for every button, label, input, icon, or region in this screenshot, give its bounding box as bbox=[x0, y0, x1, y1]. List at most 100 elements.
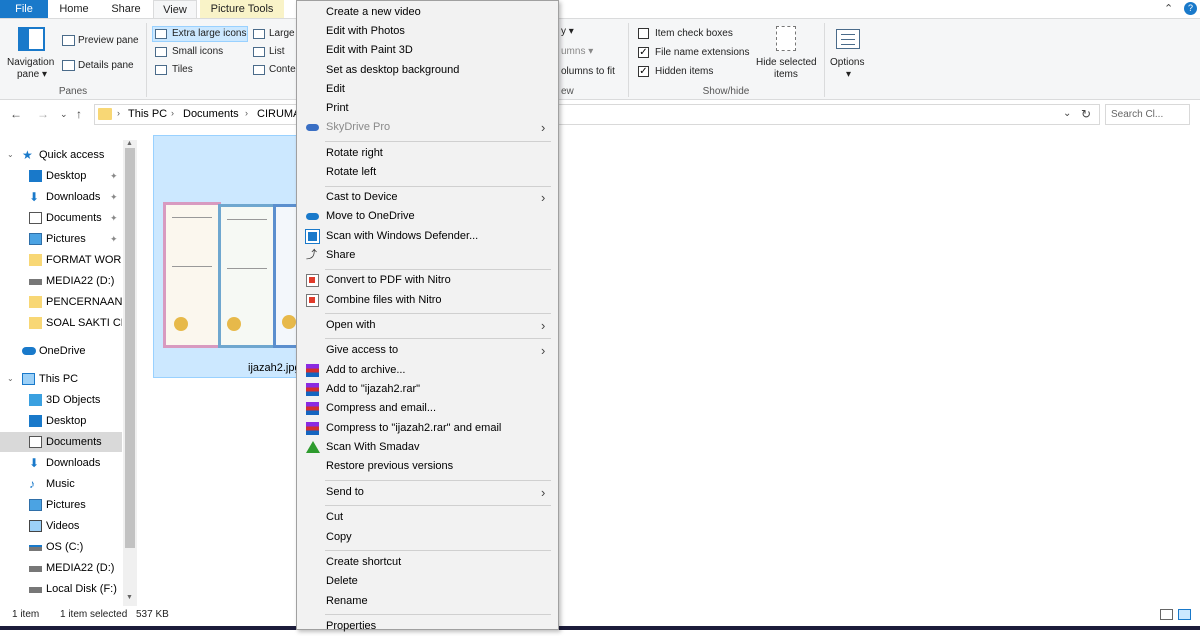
menu-add-to-archive[interactable]: Add to archive... bbox=[297, 361, 558, 380]
scroll-down-arrow-icon[interactable]: ▼ bbox=[126, 594, 133, 601]
menu-scan-defender[interactable]: Scan with Windows Defender... bbox=[297, 227, 558, 246]
menu-skydrive-pro[interactable]: SkyDrive Pro › bbox=[297, 118, 558, 137]
navigation-pane-button[interactable]: Navigation bbox=[7, 57, 54, 68]
menu-share[interactable]: ⤴ Share bbox=[297, 246, 558, 265]
nav-item-format-word[interactable]: FORMAT WORD bbox=[0, 250, 122, 270]
menu-restore-versions[interactable]: Restore previous versions bbox=[297, 457, 558, 476]
menu-give-access[interactable]: Give access to › bbox=[297, 341, 558, 360]
details-pane-button[interactable]: Details pane bbox=[78, 60, 134, 71]
menu-create-video[interactable]: Create a new video bbox=[297, 3, 558, 22]
menu-edit-photos[interactable]: Edit with Photos bbox=[297, 22, 558, 41]
nav-label: This PC bbox=[39, 373, 79, 385]
menu-set-desktop-background[interactable]: Set as desktop background bbox=[297, 61, 558, 80]
menu-edit[interactable]: Edit bbox=[297, 80, 558, 99]
nav-this-pc[interactable]: ⌄ This PC bbox=[0, 369, 122, 389]
tab-share[interactable]: Share bbox=[102, 0, 150, 18]
tab-file[interactable]: File bbox=[0, 0, 48, 18]
file-thumbnail[interactable] bbox=[163, 202, 300, 348]
file-name-extensions-checkbox[interactable]: ✓ bbox=[638, 47, 649, 58]
menu-cut[interactable]: Cut bbox=[297, 508, 558, 527]
chevron-down-icon[interactable]: ⌄ bbox=[7, 145, 14, 165]
nav-item-documents[interactable]: Documents ✦ bbox=[0, 208, 122, 228]
menu-rename[interactable]: Rename bbox=[297, 592, 558, 611]
breadcrumb-documents[interactable]: Documents bbox=[183, 108, 239, 120]
scroll-up-arrow-icon[interactable]: ▲ bbox=[126, 140, 133, 147]
nav-item-downloads[interactable]: ⬇ Downloads ✦ bbox=[0, 187, 122, 207]
breadcrumb-this-pc[interactable]: This PC bbox=[128, 108, 167, 120]
nav-onedrive[interactable]: OneDrive bbox=[0, 341, 122, 361]
nav-item-soal-sakti[interactable]: SOAL SAKTI CPN bbox=[0, 313, 122, 333]
nav-item-pictures[interactable]: Pictures ✦ bbox=[0, 229, 122, 249]
breadcrumb-folder[interactable]: CIRUMA bbox=[257, 108, 300, 120]
menu-print[interactable]: Print bbox=[297, 99, 558, 118]
refresh-icon[interactable]: ↻ bbox=[1081, 107, 1091, 121]
recent-locations-chevron-icon[interactable]: ⌄ bbox=[60, 109, 68, 120]
menu-edit-paint3d[interactable]: Edit with Paint 3D bbox=[297, 41, 558, 60]
nav-item-desktop-pc[interactable]: Desktop bbox=[0, 411, 122, 431]
menu-compress-email[interactable]: Compress and email... bbox=[297, 399, 558, 418]
menu-combine-nitro[interactable]: Combine files with Nitro bbox=[297, 291, 558, 310]
menu-label: Cut bbox=[326, 511, 344, 523]
nav-item-media22[interactable]: MEDIA22 (D:) bbox=[0, 271, 122, 291]
menu-create-shortcut[interactable]: Create shortcut bbox=[297, 553, 558, 572]
menu-delete[interactable]: Delete bbox=[297, 572, 558, 591]
nav-item-local-disk-f[interactable]: Local Disk (F:) bbox=[0, 579, 122, 599]
item-check-boxes-checkbox[interactable] bbox=[638, 28, 649, 39]
menu-copy[interactable]: Copy bbox=[297, 528, 558, 547]
add-columns-button[interactable]: umns ▾ bbox=[561, 46, 593, 57]
menu-rotate-right[interactable]: Rotate right bbox=[297, 144, 558, 163]
nav-item-desktop[interactable]: Desktop ✦ bbox=[0, 166, 122, 186]
tab-home[interactable]: Home bbox=[50, 0, 98, 18]
menu-add-to-rar[interactable]: Add to "ijazah2.rar" bbox=[297, 380, 558, 399]
tab-picture-tools[interactable]: Picture Tools bbox=[200, 0, 284, 18]
menu-rotate-left[interactable]: Rotate left bbox=[297, 163, 558, 182]
menu-compress-rar-email[interactable]: Compress to "ijazah2.rar" and email bbox=[297, 419, 558, 438]
preview-pane-button[interactable]: Preview pane bbox=[78, 35, 139, 46]
nav-item-documents-pc[interactable]: Documents bbox=[0, 432, 122, 452]
content-scrollbar[interactable] bbox=[1185, 130, 1200, 606]
nav-quick-access[interactable]: ⌄ ★ Quick access bbox=[0, 145, 122, 165]
sort-by-button[interactable]: y ▾ bbox=[561, 26, 574, 37]
nav-item-pencernaan[interactable]: PENCERNAAN bbox=[0, 292, 122, 312]
menu-move-to-onedrive[interactable]: Move to OneDrive bbox=[297, 207, 558, 226]
menu-scan-smadav[interactable]: Scan With Smadav bbox=[297, 438, 558, 457]
tiles-option[interactable]: Tiles bbox=[172, 64, 193, 75]
tab-view[interactable]: View bbox=[153, 0, 197, 18]
details-view-icon[interactable] bbox=[1160, 609, 1173, 620]
large-icons-option[interactable]: Large bbox=[269, 28, 295, 39]
hide-selected-items-button[interactable]: Hide selected bbox=[756, 57, 817, 68]
hide-selected-items-button-line2[interactable]: items bbox=[774, 69, 798, 80]
options-dropdown-icon[interactable]: ▾ bbox=[846, 69, 851, 80]
chevron-down-icon[interactable]: ⌄ bbox=[7, 369, 14, 389]
back-arrow-icon[interactable]: ← bbox=[10, 107, 22, 121]
menu-send-to[interactable]: Send to › bbox=[297, 483, 558, 502]
nav-item-music[interactable]: ♪ Music bbox=[0, 474, 122, 494]
nav-item-pictures-pc[interactable]: Pictures bbox=[0, 495, 122, 515]
menu-convert-pdf-nitro[interactable]: Convert to PDF with Nitro bbox=[297, 271, 558, 290]
up-arrow-icon[interactable]: ↑ bbox=[76, 107, 82, 121]
search-input[interactable]: Search Cl... bbox=[1105, 104, 1190, 125]
nav-item-videos[interactable]: Videos bbox=[0, 516, 122, 536]
help-icon[interactable]: ? bbox=[1184, 2, 1197, 15]
list-option[interactable]: List bbox=[269, 46, 285, 57]
nav-item-downloads-pc[interactable]: ⬇ Downloads bbox=[0, 453, 122, 473]
options-button[interactable]: Options bbox=[830, 57, 864, 68]
small-icons-option[interactable]: Small icons bbox=[172, 46, 223, 57]
hidden-items-checkbox[interactable]: ✓ bbox=[638, 66, 649, 77]
address-dropdown-icon[interactable]: ⌄ bbox=[1063, 108, 1071, 119]
nav-scrollbar-thumb[interactable] bbox=[125, 148, 135, 548]
menu-cast-to-device[interactable]: Cast to Device › bbox=[297, 188, 558, 207]
address-bar[interactable]: › This PC › Documents › CIRUMA ⌄ ↻ bbox=[94, 104, 1100, 125]
menu-open-with[interactable]: Open with › bbox=[297, 316, 558, 335]
nav-item-os-c[interactable]: OS (C:) bbox=[0, 537, 122, 557]
navigation-pane-icon[interactable] bbox=[18, 27, 45, 51]
nav-item-3d-objects[interactable]: 3D Objects bbox=[0, 390, 122, 410]
navigation-pane-dropdown[interactable]: pane ▾ bbox=[17, 69, 47, 80]
nav-item-media22-pc[interactable]: MEDIA22 (D:) bbox=[0, 558, 122, 578]
content-option[interactable]: Conte bbox=[269, 64, 296, 75]
forward-arrow-icon[interactable]: → bbox=[37, 107, 49, 121]
large-icons-view-icon[interactable] bbox=[1178, 609, 1191, 620]
menu-properties[interactable]: Properties bbox=[297, 617, 558, 636]
ribbon-collapse-icon[interactable]: ⌃ bbox=[1164, 2, 1173, 15]
size-columns-button[interactable]: olumns to fit bbox=[561, 66, 615, 77]
